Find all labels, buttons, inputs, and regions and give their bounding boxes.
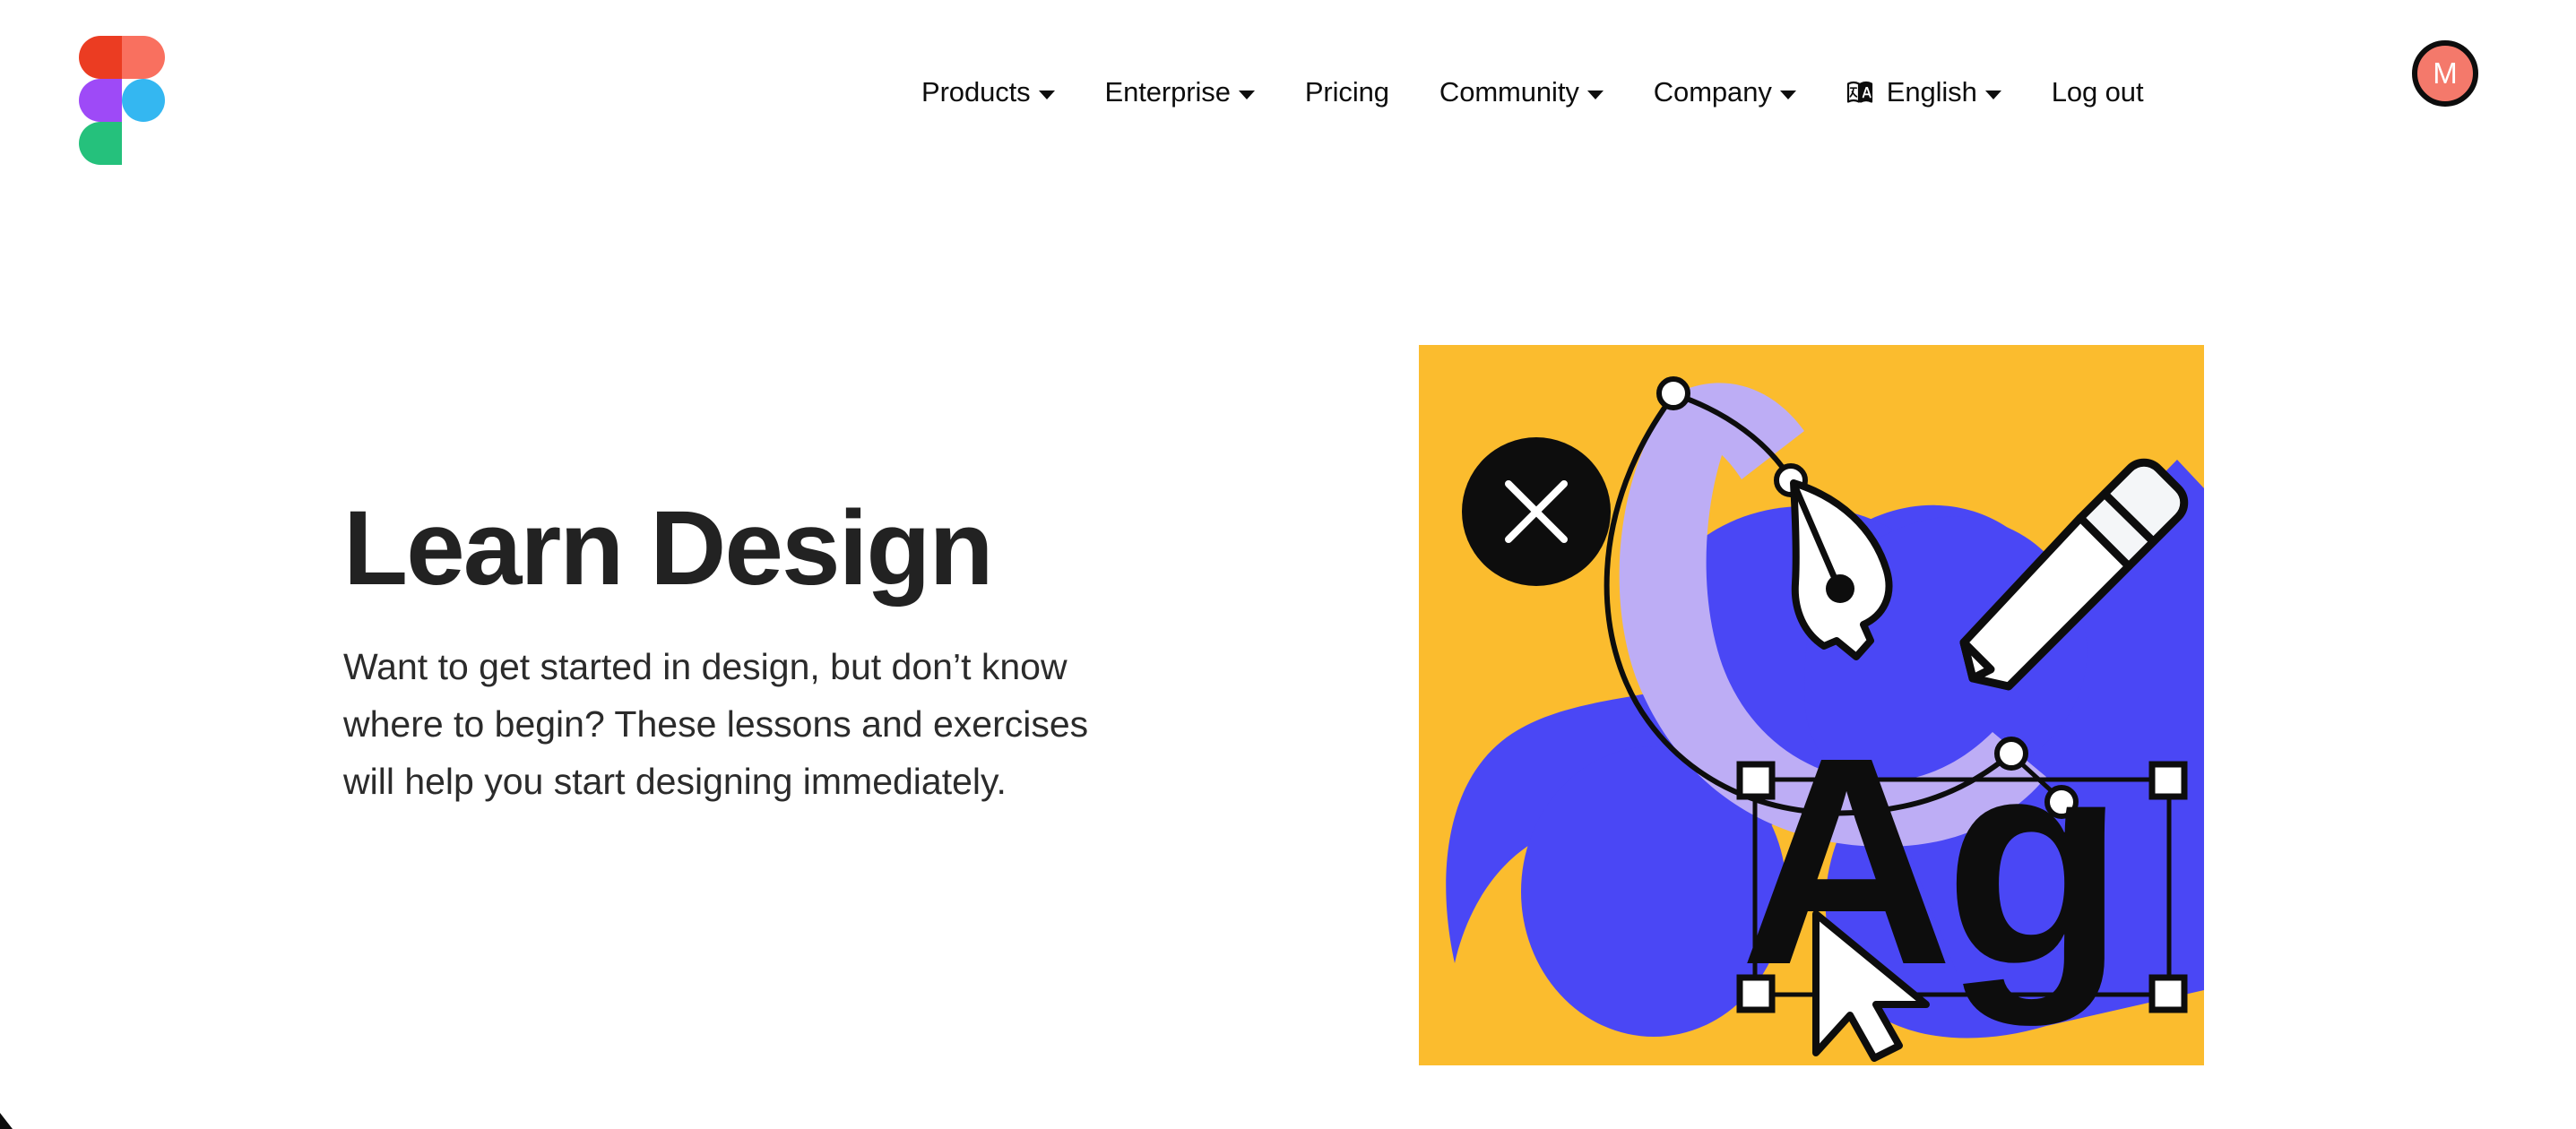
figma-logo-shape-middle-left — [79, 79, 122, 122]
log-out-label: Log out — [2051, 75, 2144, 108]
page-root: Products Enterprise Pricing Community Co… — [0, 0, 2576, 1129]
selection-handle — [1736, 761, 1776, 800]
language-selector[interactable]: English — [1821, 67, 2027, 117]
nav-item-pricing[interactable]: Pricing — [1280, 67, 1414, 117]
figma-logo-shape-top-left — [79, 36, 122, 79]
site-header: Products Enterprise Pricing Community Co… — [0, 0, 2576, 184]
selection-handle — [2148, 761, 2188, 800]
selection-handle — [1736, 974, 1776, 1013]
avatar-initial: M — [2433, 56, 2458, 90]
anchor-point — [1656, 376, 1690, 410]
page-title: Learn Design — [343, 489, 994, 608]
nav-item-enterprise-label: Enterprise — [1104, 75, 1231, 108]
hero-description: Want to get started in design, but don’t… — [343, 646, 1089, 802]
close-circle-x-icon — [1462, 437, 1611, 586]
chevron-down-icon — [1038, 90, 1055, 99]
primary-navigation: Products Enterprise Pricing Community Co… — [896, 0, 2168, 184]
nav-item-products[interactable]: Products — [896, 67, 1080, 117]
nav-item-community-label: Community — [1439, 75, 1579, 108]
avatar[interactable]: M — [2412, 40, 2478, 107]
pen-tool-nib-dot — [1826, 574, 1854, 603]
chevron-down-icon — [1779, 90, 1796, 99]
figma-logo-shape-bottom-left — [79, 122, 122, 165]
chevron-down-icon — [1238, 90, 1255, 99]
nav-item-community[interactable]: Community — [1414, 67, 1629, 117]
translate-icon — [1846, 78, 1875, 107]
log-out-button[interactable]: Log out — [2027, 67, 2169, 117]
hero-section: Learn Design Want to get started in desi… — [343, 496, 1150, 811]
nav-item-products-label: Products — [921, 75, 1031, 108]
learn-design-hero-illustration: Design tools collage: pen tool path, pen… — [1419, 345, 2204, 1065]
viewport-corner-glyph — [0, 1109, 23, 1129]
chevron-down-icon — [1984, 90, 2001, 99]
chevron-down-icon — [1586, 90, 1604, 99]
figma-logo[interactable] — [79, 36, 165, 165]
language-selector-label: English — [1886, 75, 1977, 108]
nav-item-pricing-label: Pricing — [1304, 75, 1389, 108]
nav-item-company-label: Company — [1653, 75, 1772, 108]
figma-logo-shape-top-right — [122, 36, 165, 79]
type-specimen: Ag — [1740, 695, 2116, 1028]
nav-item-enterprise[interactable]: Enterprise — [1080, 67, 1280, 117]
figma-logo-shape-middle-right — [122, 79, 165, 122]
nav-item-company[interactable]: Company — [1629, 67, 1821, 117]
selection-handle — [2148, 974, 2188, 1013]
